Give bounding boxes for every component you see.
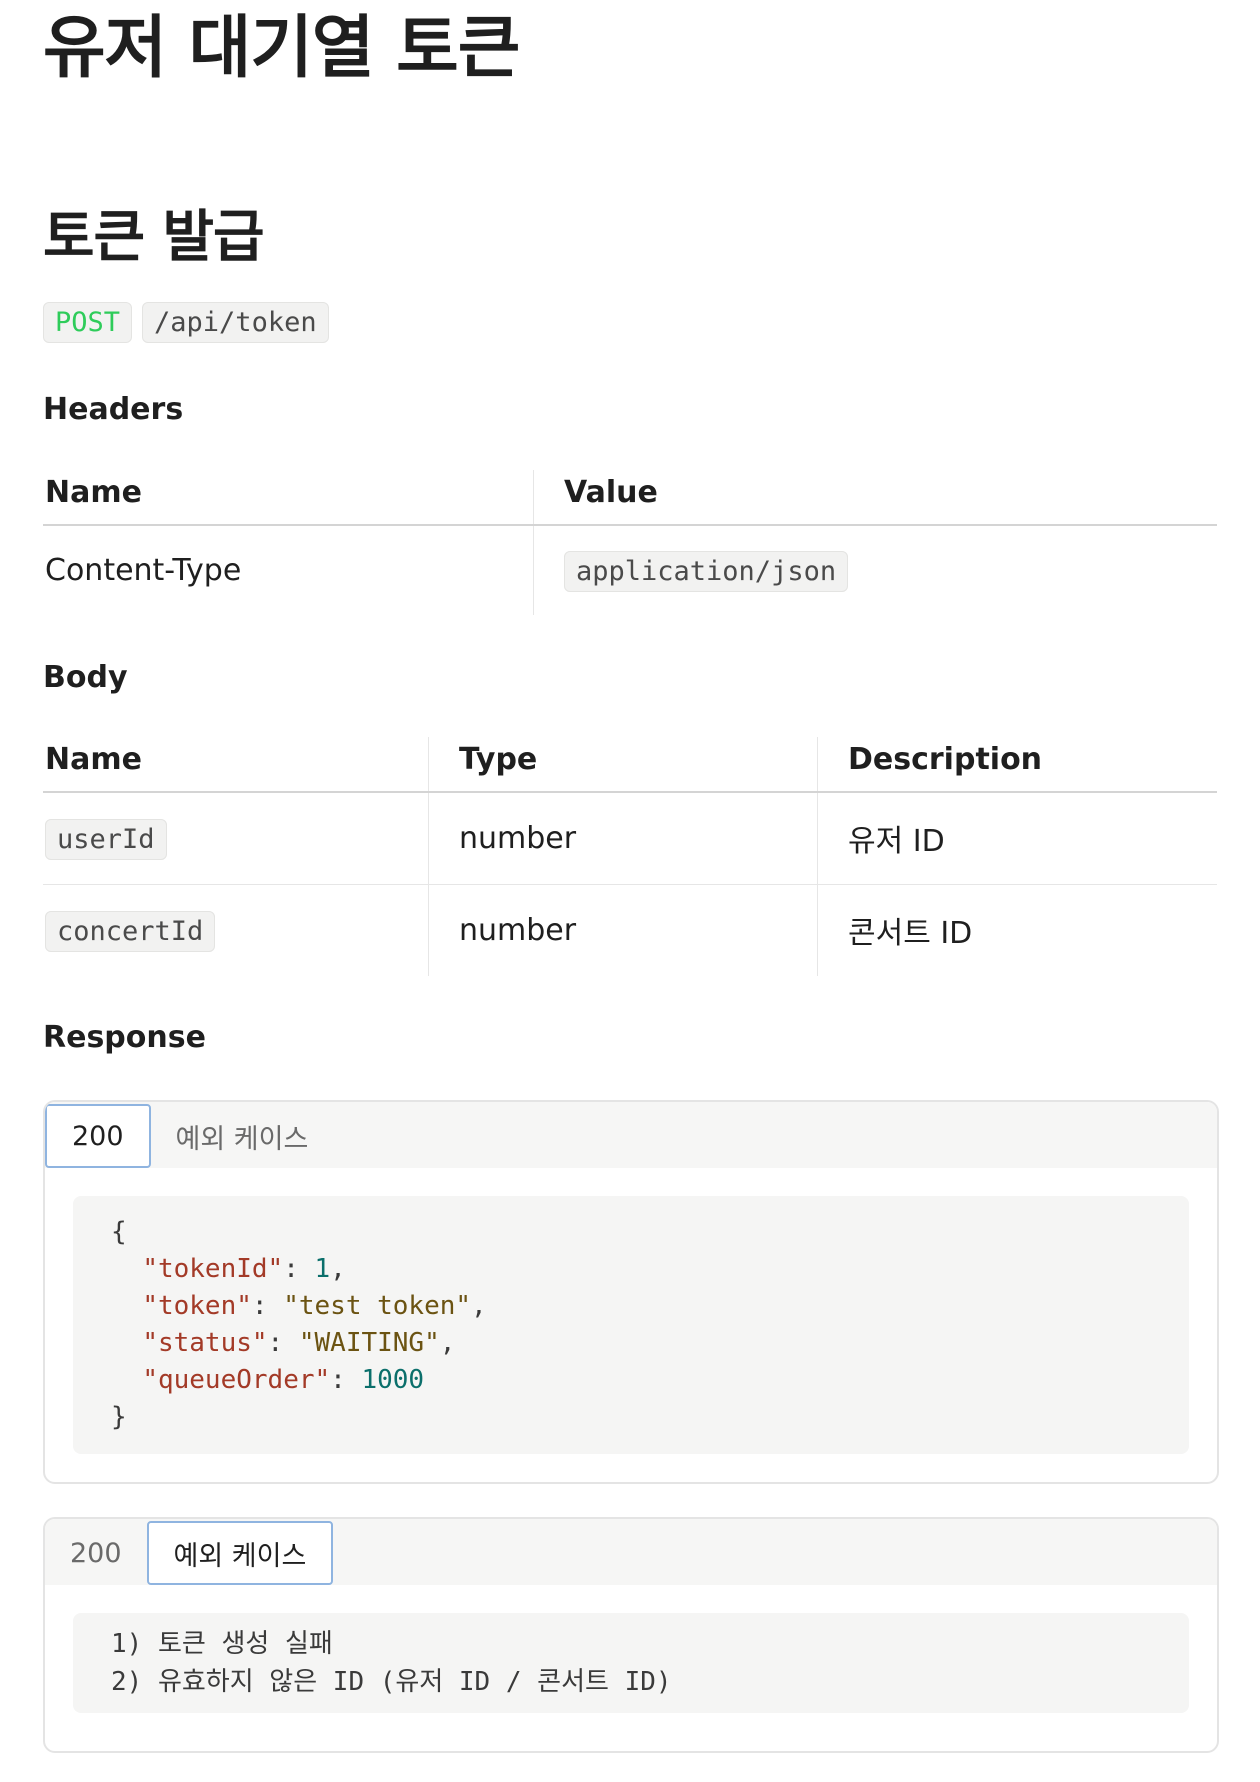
table-row: concertId number 콘서트 ID [43,884,1217,976]
headers-heading: Headers [43,392,184,427]
headers-col-name: Name [43,470,534,526]
param-description-cell: 콘서트 ID [817,884,1217,976]
table-row: Content-Type application/json [43,525,1217,615]
json-value: 1000 [361,1365,425,1395]
response-error-panel: 200 예외 케이스 1) 토큰 생성 실패 2) 유효하지 않은 ID (유저… [43,1517,1219,1753]
body-col-name: Name [43,737,429,793]
endpoint-path: /api/token [142,302,329,343]
tab-200[interactable]: 200 [45,1521,147,1585]
body-table: Name Type Description userId number 유저 I… [43,737,1217,976]
json-key: "token" [142,1291,252,1321]
json-key: "status" [142,1328,268,1358]
json-value: "test token" [283,1291,472,1321]
section-title: 토큰 발급 [43,205,265,270]
json-key: "tokenId" [142,1254,284,1284]
headers-table: Name Value Content-Type application/json [43,470,1217,615]
table-row: userId number 유저 ID [43,792,1217,885]
header-name-cell: Content-Type [45,553,242,588]
tab-error-cases[interactable]: 예외 케이스 [151,1104,334,1168]
json-value: 1 [314,1254,331,1284]
json-value: "WAITING" [298,1328,440,1358]
param-type-cell: number [428,792,818,885]
param-name-chip: concertId [45,910,216,952]
response-heading: Response [43,1020,206,1055]
http-method: POST [43,302,133,343]
response-tabbar: 200 예외 케이스 [45,1519,1217,1585]
header-value-chip: application/json [564,551,849,592]
param-name-chip: userId [45,818,167,860]
response-json-block: { "tokenId": 1, "token": "test token", "… [73,1196,1189,1454]
body-heading: Body [43,660,128,695]
error-line: 2) 유효하지 않은 ID (유저 ID / 콘서트 ID) [111,1667,672,1697]
tab-200[interactable]: 200 [45,1104,151,1168]
error-cases-block: 1) 토큰 생성 실패 2) 유효하지 않은 ID (유저 ID / 콘서트 I… [73,1613,1189,1713]
tab-error-cases[interactable]: 예외 케이스 [146,1521,334,1585]
page-title: 유저 대기열 토큰 [43,9,520,88]
endpoint-line: POST /api/token [43,302,329,343]
json-key: "queueOrder" [142,1365,331,1395]
response-success-panel: 200 예외 케이스 { "tokenId": 1, "token": "tes… [43,1100,1219,1484]
body-col-description: Description [817,737,1217,793]
headers-col-value: Value [533,470,1217,526]
response-tabbar: 200 예외 케이스 [45,1102,1217,1168]
param-description-cell: 유저 ID [817,792,1217,885]
body-col-type: Type [428,737,818,793]
param-type-cell: number [428,884,818,976]
error-line: 1) 토큰 생성 실패 [111,1629,333,1659]
